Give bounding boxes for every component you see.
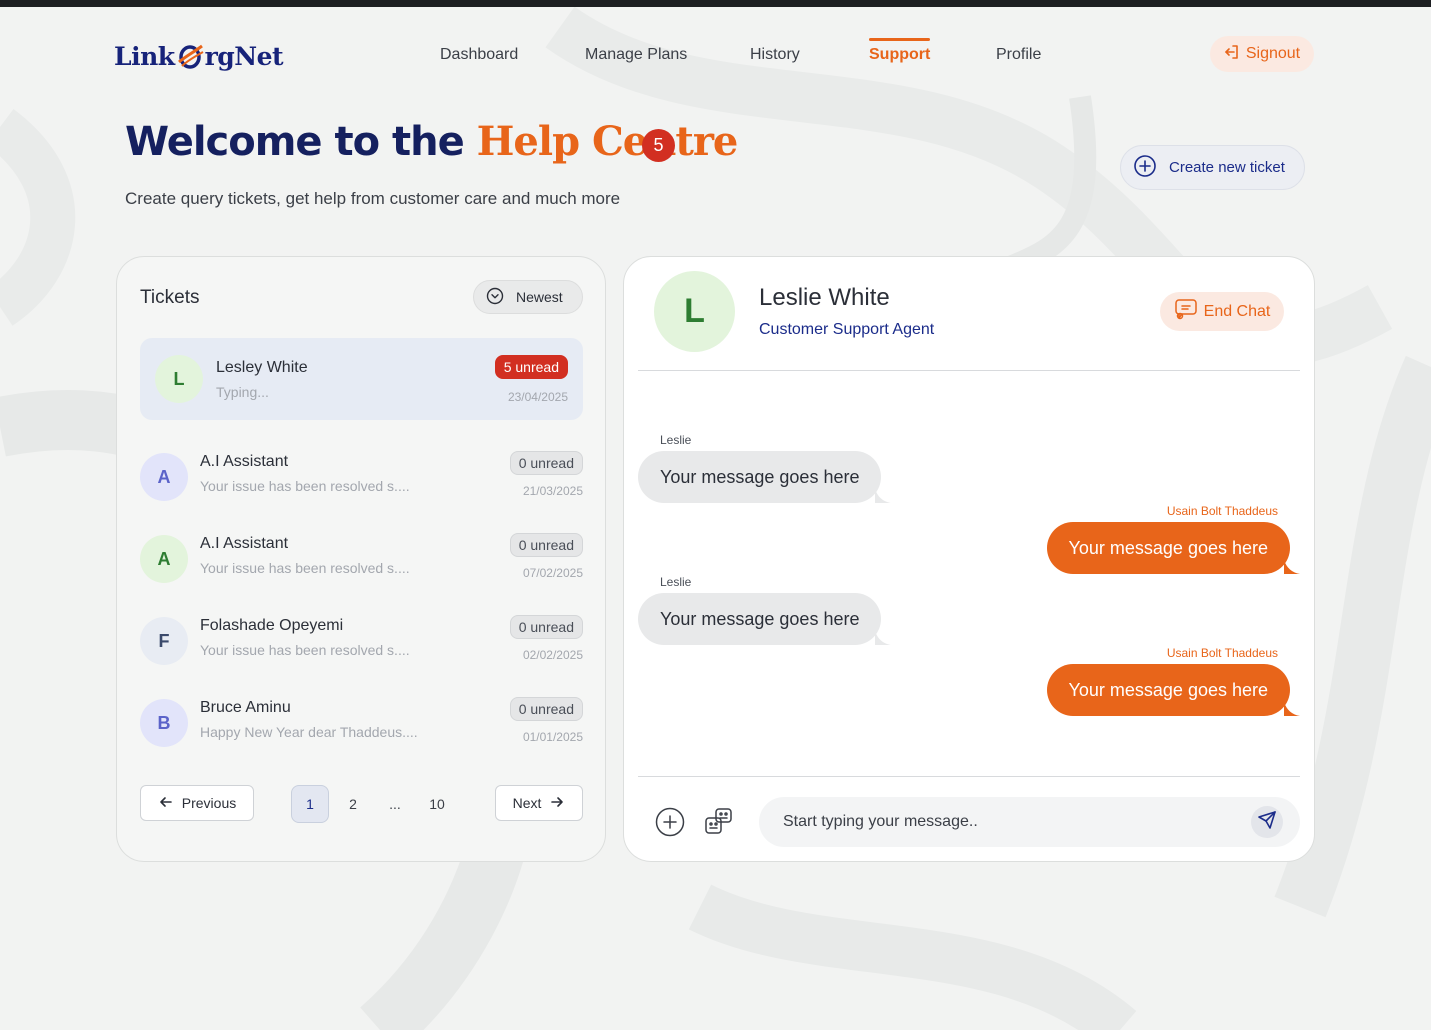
message-sender: Usain Bolt Thaddeus bbox=[1166, 646, 1278, 660]
sort-label: Newest bbox=[516, 289, 563, 305]
ticket-item[interactable]: F Folashade Opeyemi Your issue has been … bbox=[140, 600, 583, 682]
page-number-button[interactable]: 10 bbox=[418, 785, 456, 823]
ticket-preview: Your issue has been resolved s.... bbox=[200, 560, 410, 576]
unread-badge: 0 unread bbox=[509, 697, 583, 721]
unread-badge: 5 unread bbox=[494, 355, 568, 379]
ticket-item[interactable]: A A.I Assistant Your issue has been reso… bbox=[140, 518, 583, 600]
nav-item-dashboard[interactable]: Dashboard bbox=[440, 46, 518, 64]
ticket-date: 07/02/2025 bbox=[522, 566, 583, 580]
send-button[interactable] bbox=[1251, 806, 1283, 838]
nav-item-manage-plans[interactable]: Manage Plans bbox=[585, 46, 687, 64]
signout-label: Signout bbox=[1245, 45, 1301, 62]
ticket-date: 23/04/2025 bbox=[507, 390, 568, 404]
sticker-icon[interactable] bbox=[704, 807, 734, 837]
message-text: Your message goes here bbox=[1068, 537, 1268, 558]
ticket-preview: Your issue has been resolved s.... bbox=[200, 478, 410, 494]
nav-item-history[interactable]: History bbox=[750, 46, 800, 64]
ticket-name: A.I Assistant bbox=[200, 453, 289, 470]
ticket-date: 01/01/2025 bbox=[522, 730, 583, 744]
chat-header-divider bbox=[638, 370, 1300, 371]
tickets-title: Tickets bbox=[140, 287, 200, 308]
page-subtitle: Create query tickets, get help from cust… bbox=[125, 189, 621, 208]
message-bubble-outgoing: Your message goes here bbox=[1046, 522, 1300, 574]
message-input[interactable] bbox=[759, 797, 1300, 847]
page-number-button[interactable]: 2 bbox=[334, 785, 372, 823]
page-title-part2: Help Centre bbox=[476, 118, 739, 165]
create-new-ticket-button[interactable]: Create new ticket bbox=[1120, 145, 1305, 190]
message-bubble-incoming: Your message goes here bbox=[638, 451, 892, 503]
bubble-tail bbox=[1284, 560, 1300, 574]
message-bubble-incoming: Your message goes here bbox=[638, 593, 892, 645]
chat-composer-divider bbox=[638, 776, 1300, 777]
sort-dropdown[interactable]: Newest bbox=[473, 280, 583, 314]
bubble-tail bbox=[1284, 702, 1300, 716]
previous-page-label: Previous bbox=[181, 795, 237, 811]
ticket-date: 21/03/2025 bbox=[522, 484, 583, 498]
signout-button[interactable]: Signout bbox=[1210, 36, 1314, 72]
page-title-part1: Welcome to the bbox=[125, 119, 477, 165]
next-page-button[interactable]: Next bbox=[495, 785, 583, 821]
send-icon bbox=[1257, 810, 1277, 835]
chevron-down-circle-icon bbox=[486, 287, 504, 308]
window-top-bar bbox=[0, 0, 1431, 7]
plus-circle-icon bbox=[1133, 154, 1157, 182]
message-text: Your message goes here bbox=[660, 608, 860, 629]
plus-circle-icon[interactable] bbox=[655, 807, 685, 837]
next-page-label: Next bbox=[512, 795, 542, 811]
ticket-preview: Your issue has been resolved s.... bbox=[200, 642, 410, 658]
signout-icon bbox=[1224, 44, 1240, 65]
message-sender: Leslie bbox=[660, 575, 692, 589]
ticket-name: Bruce Aminu bbox=[200, 699, 291, 716]
bubble-tail bbox=[875, 489, 892, 503]
agent-name: Leslie White bbox=[759, 284, 890, 311]
tickets-panel: Tickets Newest L Lesley White Typing... … bbox=[116, 256, 606, 862]
message-sender: Usain Bolt Thaddeus bbox=[1166, 504, 1278, 518]
end-chat-button[interactable]: End Chat bbox=[1160, 292, 1284, 331]
notification-count-badge: 5 bbox=[642, 129, 675, 162]
avatar: F bbox=[140, 617, 188, 665]
page-ellipsis: ... bbox=[389, 796, 401, 812]
avatar: A bbox=[140, 453, 188, 501]
ticket-name: Lesley White bbox=[216, 359, 308, 376]
chat-end-icon bbox=[1174, 298, 1198, 325]
unread-badge: 0 unread bbox=[509, 615, 583, 639]
message-bubble-outgoing: Your message goes here bbox=[1046, 664, 1300, 716]
message-text: Your message goes here bbox=[1068, 679, 1268, 700]
end-chat-label: End Chat bbox=[1203, 302, 1271, 320]
ticket-item[interactable]: A A.I Assistant Your issue has been reso… bbox=[140, 436, 583, 518]
nav-item-support[interactable]: Support bbox=[869, 38, 931, 64]
create-new-ticket-label: Create new ticket bbox=[1169, 159, 1285, 176]
page-number-button[interactable]: 1 bbox=[291, 785, 329, 823]
message-text: Your message goes here bbox=[660, 466, 860, 487]
agent-role: Customer Support Agent bbox=[759, 321, 935, 338]
ticket-preview: Typing... bbox=[216, 384, 269, 400]
nav-item-profile[interactable]: Profile bbox=[996, 46, 1041, 64]
ticket-item[interactable]: L Lesley White Typing... 5 unread 23/04/… bbox=[140, 338, 583, 420]
chat-panel: L Leslie White Customer Support Agent En… bbox=[623, 256, 1315, 862]
avatar: L bbox=[155, 355, 203, 403]
previous-page-button[interactable]: Previous bbox=[140, 785, 254, 821]
arrow-left-icon bbox=[158, 794, 174, 813]
ticket-name: Folashade Opeyemi bbox=[200, 617, 344, 634]
ticket-preview: Happy New Year dear Thaddeus.... bbox=[200, 724, 418, 740]
bubble-tail bbox=[875, 631, 892, 645]
ticket-item[interactable]: B Bruce Aminu Happy New Year dear Thadde… bbox=[140, 682, 583, 764]
unread-badge: 0 unread bbox=[509, 533, 583, 557]
avatar: L bbox=[654, 271, 735, 352]
ticket-name: A.I Assistant bbox=[200, 535, 289, 552]
avatar: B bbox=[140, 699, 188, 747]
arrow-right-icon bbox=[549, 794, 565, 813]
ticket-date: 02/02/2025 bbox=[522, 648, 583, 662]
unread-badge: 0 unread bbox=[509, 451, 583, 475]
avatar: A bbox=[140, 535, 188, 583]
message-sender: Leslie bbox=[660, 433, 692, 447]
